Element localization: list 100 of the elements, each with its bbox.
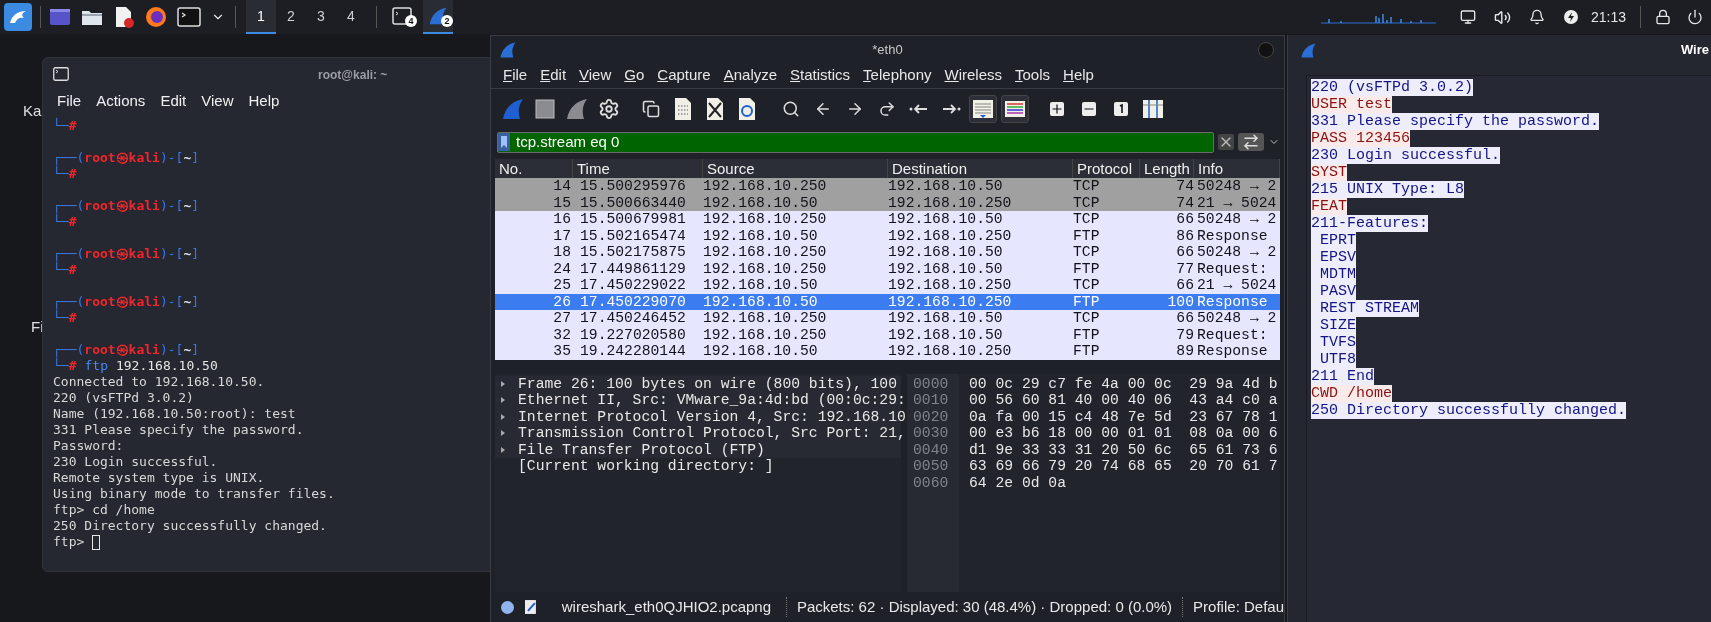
prompt-corner: └─ [53,262,69,277]
prompt-symbol: # [68,166,77,181]
power-icon[interactable] [1687,9,1703,25]
prompt-separator: )-[ [159,342,184,357]
capture-file-name: wireshark_eth0QJHIO2.pcapng [561,596,773,617]
server-message: EPRT [1311,232,1356,249]
prompt-symbol: # [68,262,77,277]
lock-icon[interactable] [1655,9,1671,25]
packet-length: 74 [1175,194,1194,211]
workspace-tab[interactable]: 3 [306,0,336,34]
terminal-output: Using binary mode to transfer files. [53,486,335,501]
display-filter-field[interactable]: tcp.stream eq 0 [497,131,1214,153]
packet-source: 192.168.10.250 [703,310,828,327]
hex-bytes: 63 69 66 79 20 74 68 65 20 70 61 7 [969,458,1278,475]
prompt-directory: ~ [183,198,192,213]
settings-icon [598,98,620,120]
clear-icon[interactable] [1218,134,1234,150]
packet-info: Request: [1196,326,1269,343]
byte-offset: 0040 [913,441,950,458]
menu-item[interactable]: Help [248,90,280,113]
packet-number: 16 [552,211,572,228]
packet-info: Response [1196,227,1269,244]
fin-icon [501,97,525,121]
workspace-tab[interactable]: 4 [336,0,366,34]
packet-time: 19.242280144 [579,343,687,360]
menu-item[interactable]: Edit [540,64,567,87]
prompt-symbol: # [68,358,77,373]
menu-item[interactable]: View [201,90,234,113]
packet-destination: 192.168.10.50 [888,244,1004,261]
prompt-symbol: # [68,214,77,229]
prompt-directory: ~ [183,246,192,261]
menu-item[interactable]: Capture [657,64,711,87]
workspace-tab[interactable]: 1 [246,0,276,34]
menu-item[interactable]: Help [1063,64,1094,87]
packet-protocol: TCP [1073,194,1101,211]
menu-item[interactable]: Analyze [723,64,778,87]
bell-icon[interactable] [1528,9,1545,25]
workspace-tab[interactable]: 2 [276,0,306,34]
tree-item[interactable]: Ethernet II, Src: VMware_9a:4d:bd (00:0c:29: [518,392,906,409]
fin-icon [1300,41,1317,59]
ftp-prompt: ftp> [53,534,85,550]
menu-item[interactable]: Go [624,64,645,87]
menu-item[interactable]: Wireless [944,64,1003,87]
taskbar-app[interactable]: 2 [423,0,453,34]
menu-item[interactable]: Actions [96,90,146,113]
arrow-to-dot-right-icon [941,102,961,116]
count-badge: 2 [441,15,453,27]
search-icon [782,100,800,118]
prompt-bracket: ] [191,198,200,213]
hex-bytes: 0a fa 00 15 c4 48 7e 5d 23 67 78 1 [969,408,1278,425]
packet-row[interactable]: 14 15.500295976 192.168.10.250 192.168.10.50 TCP 74 50248 → 2 [495,178,1280,195]
desktop-icon-label[interactable]: Ka [23,100,42,123]
packet-destination: 192.168.10.250 [888,343,1013,360]
menu-item[interactable]: Tools [1015,64,1051,87]
menu-item[interactable]: Telephony [863,64,932,87]
terminal-icon [392,7,412,25]
volume-icon[interactable] [1493,8,1511,26]
status-indicator-icon[interactable] [501,600,514,614]
hex-bytes: 64 2e 0d 0a [969,474,1067,491]
packet-destination: 192.168.10.50 [888,178,1004,195]
terminal-icon[interactable] [177,7,201,27]
server-message: 215 UNIX Type: L8 [1311,181,1465,198]
profile-label[interactable]: Profile: Defau [1193,595,1284,619]
prompt-separator: )-[ [159,246,184,261]
power-status-icon[interactable] [1562,9,1579,25]
packet-destination: 192.168.10.250 [888,277,1013,294]
display-icon[interactable] [1459,9,1476,25]
packet-info: 21 → 5024 [1196,277,1278,294]
menu-item[interactable]: File [57,90,82,113]
window-icon[interactable] [49,7,71,27]
tree-item[interactable]: Internet Protocol Version 4, Src: 192.168.10 [518,408,906,425]
client-message: SYST [1311,164,1347,181]
tree-item[interactable]: Transmission Control Protocol, Src Port: 21, [518,425,906,442]
taskbar-app[interactable]: 4 [387,0,417,34]
packet-protocol: FTP [1073,326,1101,343]
prompt-user: root㉿kali [84,150,160,165]
hex-bytes: 00 0c 29 c7 fe 4a 00 0c 29 9a 4d b [969,375,1278,392]
menu-item[interactable]: View [579,64,612,87]
server-message: 220 (vsFTPd 3.0.2) [1311,79,1474,96]
packet-destination: 192.168.10.50 [888,260,1004,277]
auto-scroll-button[interactable] [969,95,997,123]
colorize-button[interactable] [1001,95,1029,123]
close-document-icon [705,97,725,121]
packet-protocol: TCP [1073,178,1101,195]
field-item[interactable]: [Current working directory: ] [518,458,774,475]
client-message: FEAT [1311,198,1347,215]
packet-length: 86 [1175,227,1194,244]
terminal-output: Remote system type is UNIX. [53,470,265,485]
byte-offset: 0050 [913,458,950,475]
packet-time: 15.500295976 [579,178,687,195]
apply-filter-icon[interactable] [1238,133,1264,151]
edit-document-icon[interactable] [523,599,538,615]
packet-number: 15 [552,194,572,211]
menu-item[interactable]: File [503,64,528,87]
menu-item[interactable]: Statistics [790,64,851,87]
menu-item[interactable]: Edit [160,90,187,113]
clock[interactable]: 21:13 [1590,6,1626,28]
document-icon[interactable] [113,6,135,28]
bookmark-icon[interactable] [498,133,510,151]
packet-info: Response [1196,343,1269,360]
